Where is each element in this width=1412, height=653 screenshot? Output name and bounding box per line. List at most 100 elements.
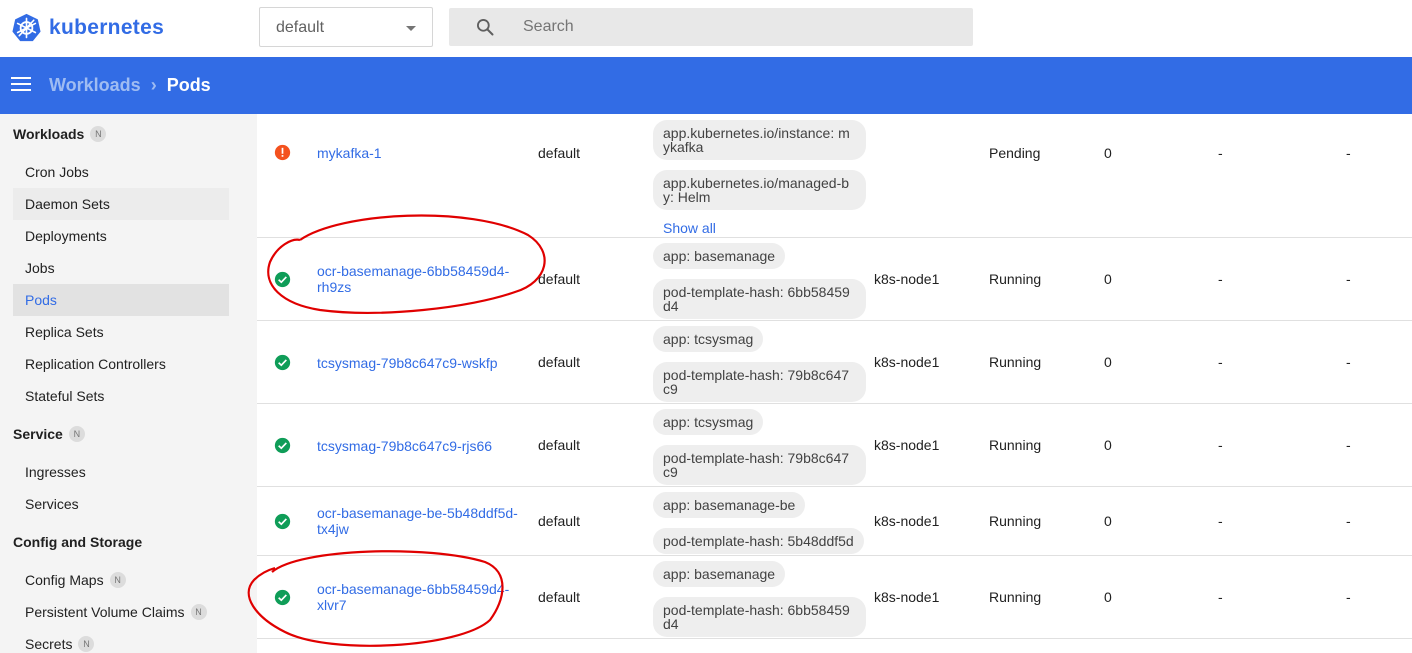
label-chip: app.kubernetes.io/managed-by: Helm — [653, 170, 866, 210]
sidebar-section-label: Service — [13, 426, 63, 442]
pod-name-link[interactable]: mykafka-1 — [317, 145, 522, 161]
label-chip: pod-template-hash: 5b48ddf5d — [653, 528, 864, 554]
sidebar-item-replica-sets[interactable]: Replica Sets — [13, 316, 229, 348]
pod-node[interactable]: k8s-node1 — [874, 437, 939, 453]
sidebar-section-label: Workloads — [13, 126, 85, 142]
sidebar-item-config-maps[interactable]: Config Maps N — [13, 564, 229, 596]
pod-node[interactable]: k8s-node1 — [874, 513, 939, 529]
label-chip: pod-template-hash: 79b8c647c9 — [653, 362, 866, 402]
table-row[interactable]: ocr-basemanage-6bb58459d4-rh9zs default … — [257, 238, 1412, 321]
table-row[interactable]: tcsysmag-79b8c647c9-wskfp default app: t… — [257, 321, 1412, 404]
sidebar-item-pods[interactable]: Pods — [13, 284, 229, 316]
pod-namespace: default — [538, 354, 581, 370]
sidebar-item-cron-jobs[interactable]: Cron Jobs — [13, 156, 229, 188]
sidebar-section-service[interactable]: Service N — [13, 426, 85, 442]
sidebar-item-label: Daemon Sets — [25, 196, 110, 212]
sidebar-item-secrets[interactable]: Secrets N — [13, 628, 229, 653]
pod-restarts: 0 — [1104, 354, 1112, 370]
pod-name-link[interactable]: ocr-basemanage-6bb58459d4-xlvr7 — [317, 581, 522, 613]
pod-name-link[interactable]: ocr-basemanage-6bb58459d4-rh9zs — [317, 263, 522, 295]
pod-cpu: - — [1218, 271, 1223, 287]
sidebar-item-label: Persistent Volume Claims — [25, 604, 185, 620]
pod-name-link[interactable]: tcsysmag-79b8c647c9-wskfp — [317, 355, 522, 371]
sidebar-item-label: Ingresses — [25, 464, 86, 480]
search-icon[interactable] — [475, 17, 495, 37]
pod-memory: - — [1346, 589, 1351, 605]
sidebar: Workloads N Cron Jobs Daemon Sets Deploy… — [0, 114, 257, 653]
pod-cpu: - — [1218, 437, 1223, 453]
pod-status: Pending — [989, 145, 1041, 161]
sidebar-item-label: Stateful Sets — [25, 388, 105, 404]
namespaced-badge: N — [68, 426, 85, 442]
caret-down-icon — [406, 26, 416, 31]
sidebar-item-persistent-volume-claims[interactable]: Persistent Volume Claims N — [13, 596, 229, 628]
pod-status: Running — [989, 354, 1042, 370]
label-chip: pod-template-hash: 79b8c647c9 — [653, 445, 866, 485]
sidebar-item-daemon-sets[interactable]: Daemon Sets — [13, 188, 229, 220]
pod-labels: app: basemanage pod-template-hash: 6bb58… — [653, 561, 867, 647]
breadcrumb-bar: Workloads › Pods — [0, 57, 1412, 114]
namespaced-badge: N — [190, 604, 207, 620]
namespace-select[interactable]: default — [259, 7, 433, 47]
pod-restarts: 0 — [1104, 271, 1112, 287]
pod-node[interactable]: k8s-node1 — [874, 589, 939, 605]
sidebar-item-jobs[interactable]: Jobs — [13, 252, 229, 284]
pod-cpu: - — [1218, 354, 1223, 370]
pod-namespace: default — [538, 437, 581, 453]
label-chip: app: tcsysmag — [653, 326, 764, 352]
pod-labels: app: tcsysmag pod-template-hash: 79b8c64… — [653, 409, 867, 495]
namespaced-badge: N — [90, 126, 107, 142]
label-chip: pod-template-hash: 6bb58459d4 — [653, 279, 866, 319]
breadcrumb-workloads[interactable]: Workloads — [49, 75, 141, 96]
sidebar-item-label: Deployments — [25, 228, 107, 244]
sidebar-item-deployments[interactable]: Deployments — [13, 220, 229, 252]
pod-namespace: default — [538, 145, 581, 161]
table-row[interactable]: ocr-basemanage-6bb58459d4-xlvr7 default … — [257, 556, 1412, 639]
pod-labels: app: basemanage pod-template-hash: 6bb58… — [653, 243, 867, 329]
check-circle-icon — [274, 354, 291, 371]
pod-node[interactable]: k8s-node1 — [874, 271, 939, 287]
search-bar — [449, 8, 973, 46]
table-row[interactable]: mykafka-1 default app.kubernetes.io/inst… — [257, 114, 1412, 238]
label-chip: pod-template-hash: 6bb58459d4 — [653, 597, 866, 637]
pod-node[interactable]: k8s-node1 — [874, 354, 939, 370]
show-all-labels-link[interactable]: Show all — [653, 220, 867, 236]
breadcrumb-pods: Pods — [166, 75, 211, 95]
sidebar-item-label: Replica Sets — [25, 324, 104, 340]
check-circle-icon — [274, 589, 291, 606]
hamburger-menu-icon[interactable] — [11, 77, 31, 93]
pod-cpu: - — [1218, 589, 1223, 605]
pod-memory: - — [1346, 271, 1351, 287]
table-row[interactable]: ocr-basemanage-be-5b48ddf5d-tx4jw defaul… — [257, 487, 1412, 556]
kubernetes-logo[interactable]: kubernetes — [12, 13, 164, 42]
table-row[interactable]: tcsysmag-79b8c647c9-rjs66 default app: t… — [257, 404, 1412, 487]
pod-labels: app: tcsysmag pod-template-hash: 79b8c64… — [653, 326, 867, 412]
sidebar-item-label: Replication Controllers — [25, 356, 166, 372]
sidebar-section-config-and-storage[interactable]: Config and Storage — [13, 534, 142, 550]
sidebar-item-ingresses[interactable]: Ingresses — [13, 456, 229, 488]
breadcrumb: Workloads › Pods — [49, 75, 211, 96]
pod-cpu: - — [1218, 513, 1223, 529]
sidebar-item-stateful-sets[interactable]: Stateful Sets — [13, 380, 229, 412]
chevron-right-icon: › — [150, 75, 157, 95]
sidebar-section-workloads[interactable]: Workloads N — [13, 126, 107, 142]
sidebar-item-replication-controllers[interactable]: Replication Controllers — [13, 348, 229, 380]
pod-name-link[interactable]: ocr-basemanage-be-5b48ddf5d-tx4jw — [317, 505, 522, 537]
sidebar-item-label: Cron Jobs — [25, 164, 89, 180]
pod-namespace: default — [538, 513, 581, 529]
pod-memory: - — [1346, 437, 1351, 453]
pod-namespace: default — [538, 271, 581, 287]
label-chip: app: tcsysmag — [653, 409, 764, 435]
pod-memory: - — [1346, 513, 1351, 529]
sidebar-item-label: Services — [25, 496, 79, 512]
sidebar-item-services[interactable]: Services — [13, 488, 229, 520]
search-input[interactable] — [523, 16, 943, 38]
label-chip: app: basemanage — [653, 561, 786, 587]
pod-name-link[interactable]: tcsysmag-79b8c647c9-rjs66 — [317, 438, 522, 454]
namespace-selected-value: default — [276, 19, 325, 36]
check-circle-icon — [274, 271, 291, 288]
namespaced-badge: N — [78, 636, 95, 652]
pod-restarts: 0 — [1104, 437, 1112, 453]
pod-memory: - — [1346, 145, 1351, 161]
pod-status: Running — [989, 513, 1042, 529]
